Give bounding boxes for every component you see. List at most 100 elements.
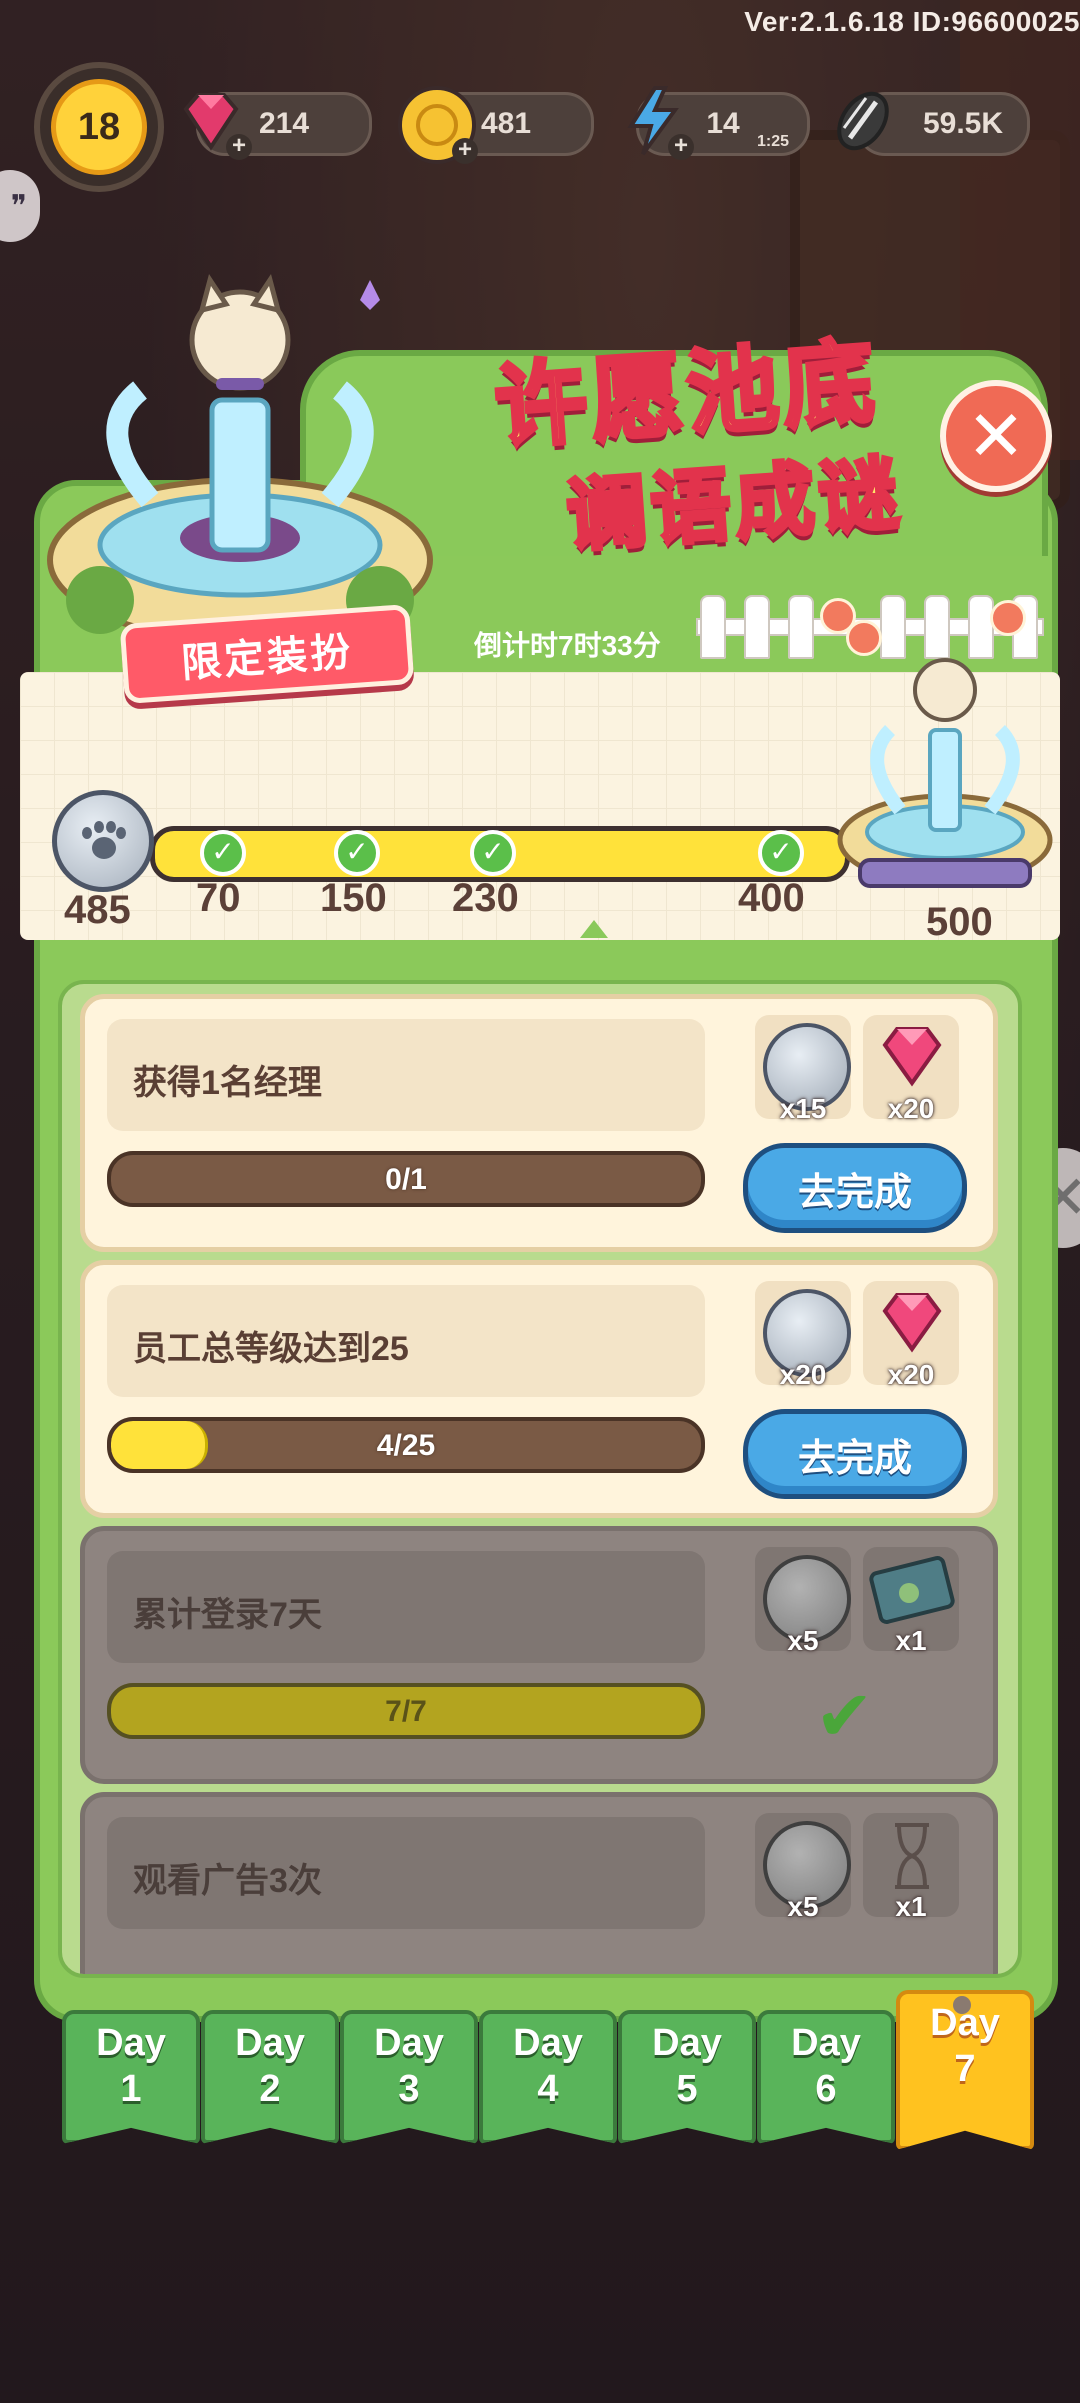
add-coins-icon[interactable]: + [452, 138, 478, 164]
tab-label: Day [96, 2022, 166, 2064]
task-card-completed: 累计登录7天 7/7 x5 x1 ✔ [80, 1526, 998, 1784]
seed-ticket-icon [869, 1556, 955, 1624]
event-countdown: 倒计时7时33分 [474, 630, 661, 661]
tab-number: 3 [398, 2068, 420, 2110]
milestone-label: 70 [196, 876, 241, 920]
tab-number: 6 [815, 2068, 837, 2110]
tab-day-2[interactable]: Day 2 [201, 2010, 339, 2144]
reward-slot: x5 [755, 1547, 851, 1656]
energy-value: 14 [706, 107, 740, 140]
tab-number: 5 [676, 2068, 698, 2110]
task-card-completed: 观看广告3次 x5 x1 [80, 1792, 998, 1974]
reward-slot: x1 [863, 1813, 959, 1922]
task-description: 累计登录7天 [133, 1596, 322, 1634]
progress-pointer [580, 920, 608, 938]
hourglass-icon [895, 1823, 929, 1889]
task-description-box: 获得1名经理 [107, 1019, 705, 1131]
go-complete-label: 去完成 [797, 1171, 912, 1214]
milestone-check-icon: ✓ [470, 830, 516, 876]
reward-slot: x1 [863, 1547, 959, 1656]
fence-post [744, 595, 770, 659]
reward-quantity: x5 [787, 1625, 819, 1656]
sunflower-seed-icon [828, 86, 898, 156]
gem-icon [882, 1293, 942, 1353]
coin-icon: + [398, 86, 478, 164]
tab-label: Day [791, 2022, 861, 2064]
milestone-label: 500 [926, 900, 993, 944]
task-progress-text: 7/7 [385, 1695, 427, 1728]
task-list[interactable]: 获得1名经理 0/1 x15 x20 去完成 员工总等级达到25 4/25 x2… [58, 980, 1022, 1978]
milestone-check-icon: ✓ [334, 830, 380, 876]
close-button[interactable]: ✕ [940, 380, 1052, 492]
tab-label: Day [513, 2022, 583, 2064]
tab-day-5[interactable]: Day 5 [618, 2010, 756, 2144]
reward-slot[interactable]: x20 [755, 1281, 851, 1390]
tab-day-6[interactable]: Day 6 [757, 2010, 895, 2144]
fence-post [788, 595, 814, 659]
reward-quantity: x20 [887, 1093, 935, 1124]
task-progress-text: 0/1 [385, 1163, 427, 1196]
tab-pin-decoration [953, 1996, 971, 2014]
reward-quantity: x20 [779, 1359, 827, 1390]
task-description-box: 累计登录7天 [107, 1551, 705, 1663]
fence-post [700, 595, 726, 659]
task-description: 观看广告3次 [133, 1862, 322, 1900]
task-progress-text: 4/25 [376, 1429, 436, 1462]
tab-number: 7 [954, 2048, 976, 2090]
reward-slot[interactable]: x15 [755, 1015, 851, 1124]
task-description-box: 员工总等级达到25 [107, 1285, 705, 1397]
task-description: 获得1名经理 [133, 1064, 322, 1102]
go-complete-label: 去完成 [797, 1437, 912, 1480]
completed-check-icon: ✔ [815, 1677, 874, 1755]
lightning-icon: + [618, 86, 694, 160]
reward-quantity: x15 [779, 1093, 827, 1124]
reward-slot: x5 [755, 1813, 851, 1922]
milestone-label: 230 [452, 876, 519, 920]
reward-slot[interactable]: x20 [863, 1281, 959, 1390]
tab-number: 1 [120, 2068, 142, 2110]
current-paw-points: 485 [64, 888, 131, 932]
add-gems-icon[interactable]: + [226, 134, 252, 160]
gem-icon: + [176, 86, 252, 160]
add-energy-icon[interactable]: + [668, 134, 694, 160]
reward-quantity: x20 [887, 1359, 935, 1390]
milestone-label: 150 [320, 876, 387, 920]
coins-value: 481 [480, 107, 532, 140]
reward-quantity: x1 [895, 1891, 927, 1922]
limited-costume-label: 限定装扮 [179, 630, 355, 686]
tab-number: 4 [537, 2068, 559, 2110]
milestone-label: 400 [738, 876, 805, 920]
go-complete-button[interactable]: 去完成 [743, 1409, 967, 1499]
milestone-check-icon: ✓ [200, 830, 246, 876]
chat-icon: ❞ [10, 189, 28, 223]
reward-quantity: x5 [787, 1891, 819, 1922]
milestone-check-icon: ✓ [758, 830, 804, 876]
tab-label: Day [652, 2022, 722, 2064]
task-progress-bar: 0/1 [107, 1151, 705, 1207]
reward-slot[interactable]: x20 [863, 1015, 959, 1124]
player-level: 18 [77, 105, 121, 148]
gems-value: 214 [258, 107, 310, 140]
tab-day-7[interactable]: Day 7 [896, 1990, 1034, 2150]
version-label: Ver:2.1.6.18 ID:96600025 [744, 6, 1080, 37]
tab-day-1[interactable]: Day 1 [62, 2010, 200, 2144]
fountain-costume-image [30, 270, 450, 650]
tab-label: Day [374, 2022, 444, 2064]
seeds-value: 59.5K [922, 107, 1004, 140]
task-description-box: 观看广告3次 [107, 1817, 705, 1929]
task-progress-bar: 4/25 [107, 1417, 705, 1473]
flower-decoration [990, 600, 1026, 636]
player-level-badge[interactable]: 18 [34, 62, 164, 192]
task-description: 员工总等级达到25 [133, 1330, 409, 1368]
paw-coin-icon [52, 790, 154, 892]
task-card: 员工总等级达到25 4/25 x20 x20 去完成 [80, 1260, 998, 1518]
day-tabs: Day 1 Day 2 Day 3 Day 4 Day 5 Day 6 Day 7 [62, 1990, 1042, 2150]
go-complete-button[interactable]: 去完成 [743, 1143, 967, 1233]
tab-number: 2 [259, 2068, 281, 2110]
tab-day-3[interactable]: Day 3 [340, 2010, 478, 2144]
energy-timer: 1:25 [756, 133, 789, 150]
tab-label: Day [235, 2022, 305, 2064]
task-card: 获得1名经理 0/1 x15 x20 去完成 [80, 994, 998, 1252]
final-reward-fountain[interactable] [830, 640, 1060, 900]
tab-day-4[interactable]: Day 4 [479, 2010, 617, 2144]
